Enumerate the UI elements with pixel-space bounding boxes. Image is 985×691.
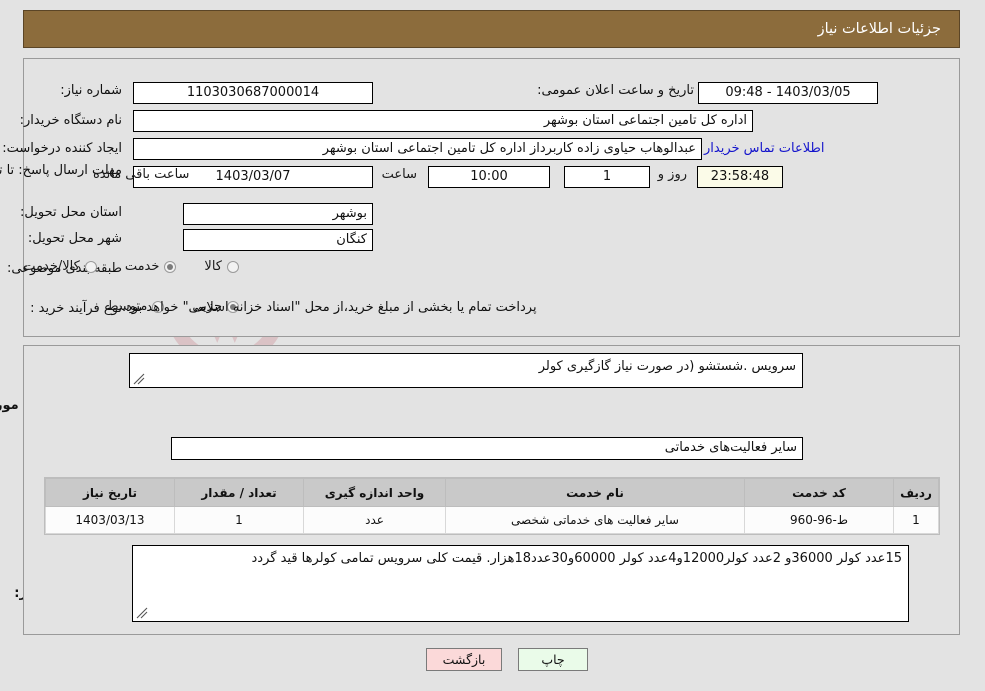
- city-label: شهر محل تحویل:: [28, 231, 123, 246]
- remaining-clock-value: 23:58:48: [698, 166, 784, 188]
- buyer-org-value: اداره کل تامین اجتماعی استان بوشهر: [134, 110, 754, 132]
- page-title: جزئیات اطلاعات نیاز: [818, 21, 942, 37]
- buyer-org-label-wrap: نام دستگاه خریدار:: [21, 110, 123, 132]
- category-option-kala[interactable]: کالا: [205, 259, 240, 274]
- description-textarea[interactable]: سرویس .شستشو (در صورت نیاز گازگیری کولر: [130, 353, 804, 388]
- description-value: سرویس .شستشو (در صورت نیاز گازگیری کولر: [539, 359, 797, 374]
- print-button[interactable]: چاپ: [519, 648, 589, 671]
- remaining-days-label: روز و: [658, 167, 688, 182]
- category-option-kala-label: کالا: [205, 259, 223, 274]
- province-value: بوشهر: [184, 203, 374, 225]
- service-group-value: سایر فعالیت‌های خدماتی: [172, 437, 804, 460]
- back-button[interactable]: بازگشت: [427, 648, 503, 671]
- announce-datetime-value: 1403/03/05 - 09:48: [699, 82, 879, 104]
- page-header-bar: جزئیات اطلاعات نیاز: [24, 10, 961, 48]
- requester-value: عبدالوهاب حیاوی زاده کاربرداز اداره کل ت…: [134, 138, 703, 160]
- cell-need-date: 1403/03/13: [46, 506, 176, 534]
- requester-label: ایجاد کننده درخواست:: [3, 141, 123, 156]
- deadline-time-label: ساعت: [382, 167, 418, 182]
- cell-service-name: سایر فعالیت های خدماتی شخصی: [446, 506, 746, 534]
- category-option-khedmat-label: خدمت: [125, 259, 161, 274]
- table-header-row: ردیف کد خدمت نام خدمت واحد اندازه گیری ت…: [46, 478, 940, 507]
- city-value: کنگان: [184, 229, 374, 251]
- buyer-notes-textarea[interactable]: 15عدد کولر 36000و 2عدد کولر12000و4عدد کو…: [133, 545, 910, 622]
- col-service-code: کد خدمت: [745, 478, 895, 507]
- radio-kala-icon[interactable]: [228, 260, 240, 273]
- radio-khedmat-icon[interactable]: [165, 260, 178, 273]
- city-label-wrap: شهر محل تحویل:: [29, 228, 123, 250]
- cell-quantity: 1: [175, 506, 305, 534]
- table-row: 1 ط-96-960 سایر فعالیت های خدماتی شخصی ع…: [46, 506, 940, 534]
- category-option-kala-khedmat[interactable]: کالا/خدمت: [24, 259, 98, 274]
- need-number-label: شماره نیاز:: [61, 83, 123, 98]
- category-radio-group: کالا خدمت کالا/خدمت: [0, 259, 240, 274]
- cell-row-no: 1: [894, 506, 940, 534]
- radio-kala-khedmat-icon[interactable]: [85, 260, 98, 273]
- services-table: ردیف کد خدمت نام خدمت واحد اندازه گیری ت…: [46, 478, 940, 534]
- remaining-suffix-label: ساعت باقی مانده: [94, 167, 191, 182]
- province-label: استان محل تحویل:: [21, 205, 123, 220]
- deadline-time-value: 10:00: [429, 166, 551, 188]
- category-option-khedmat[interactable]: خدمت: [126, 259, 178, 274]
- resize-handle-icon[interactable]: [137, 607, 149, 619]
- announce-datetime-label: تاریخ و ساعت اعلان عمومی:: [538, 83, 695, 98]
- services-table-wrap: ردیف کد خدمت نام خدمت واحد اندازه گیری ت…: [45, 477, 941, 535]
- buyer-contact-link[interactable]: اطلاعات تماس خریدار: [705, 141, 825, 156]
- buyer-notes-value: 15عدد کولر 36000و 2عدد کولر12000و4عدد کو…: [252, 551, 903, 566]
- cell-service-code: ط-96-960: [745, 506, 895, 534]
- col-row-no: ردیف: [894, 478, 940, 507]
- need-number-row: شماره نیاز:: [24, 80, 123, 102]
- resize-handle-icon[interactable]: [134, 373, 146, 385]
- requester-label-wrap: ایجاد کننده درخواست:: [3, 138, 123, 160]
- category-option-kala-khedmat-label: کالا/خدمت: [24, 259, 81, 274]
- process-note: پرداخت تمام یا بخشی از مبلغ خرید،از محل …: [123, 300, 538, 315]
- col-service-name: نام خدمت: [446, 478, 746, 507]
- announce-datetime-label-wrap: تاریخ و ساعت اعلان عمومی:: [538, 80, 695, 102]
- col-quantity: تعداد / مقدار: [175, 478, 305, 507]
- remaining-days-value: 1: [565, 166, 651, 188]
- province-label-wrap: استان محل تحویل:: [21, 202, 123, 224]
- col-unit: واحد اندازه گیری: [304, 478, 447, 507]
- buyer-org-label: نام دستگاه خریدار:: [20, 113, 123, 128]
- need-number-value: 1103030687000014: [134, 82, 374, 104]
- col-need-date: تاریخ نیاز: [46, 478, 176, 507]
- cell-unit: عدد: [304, 506, 447, 534]
